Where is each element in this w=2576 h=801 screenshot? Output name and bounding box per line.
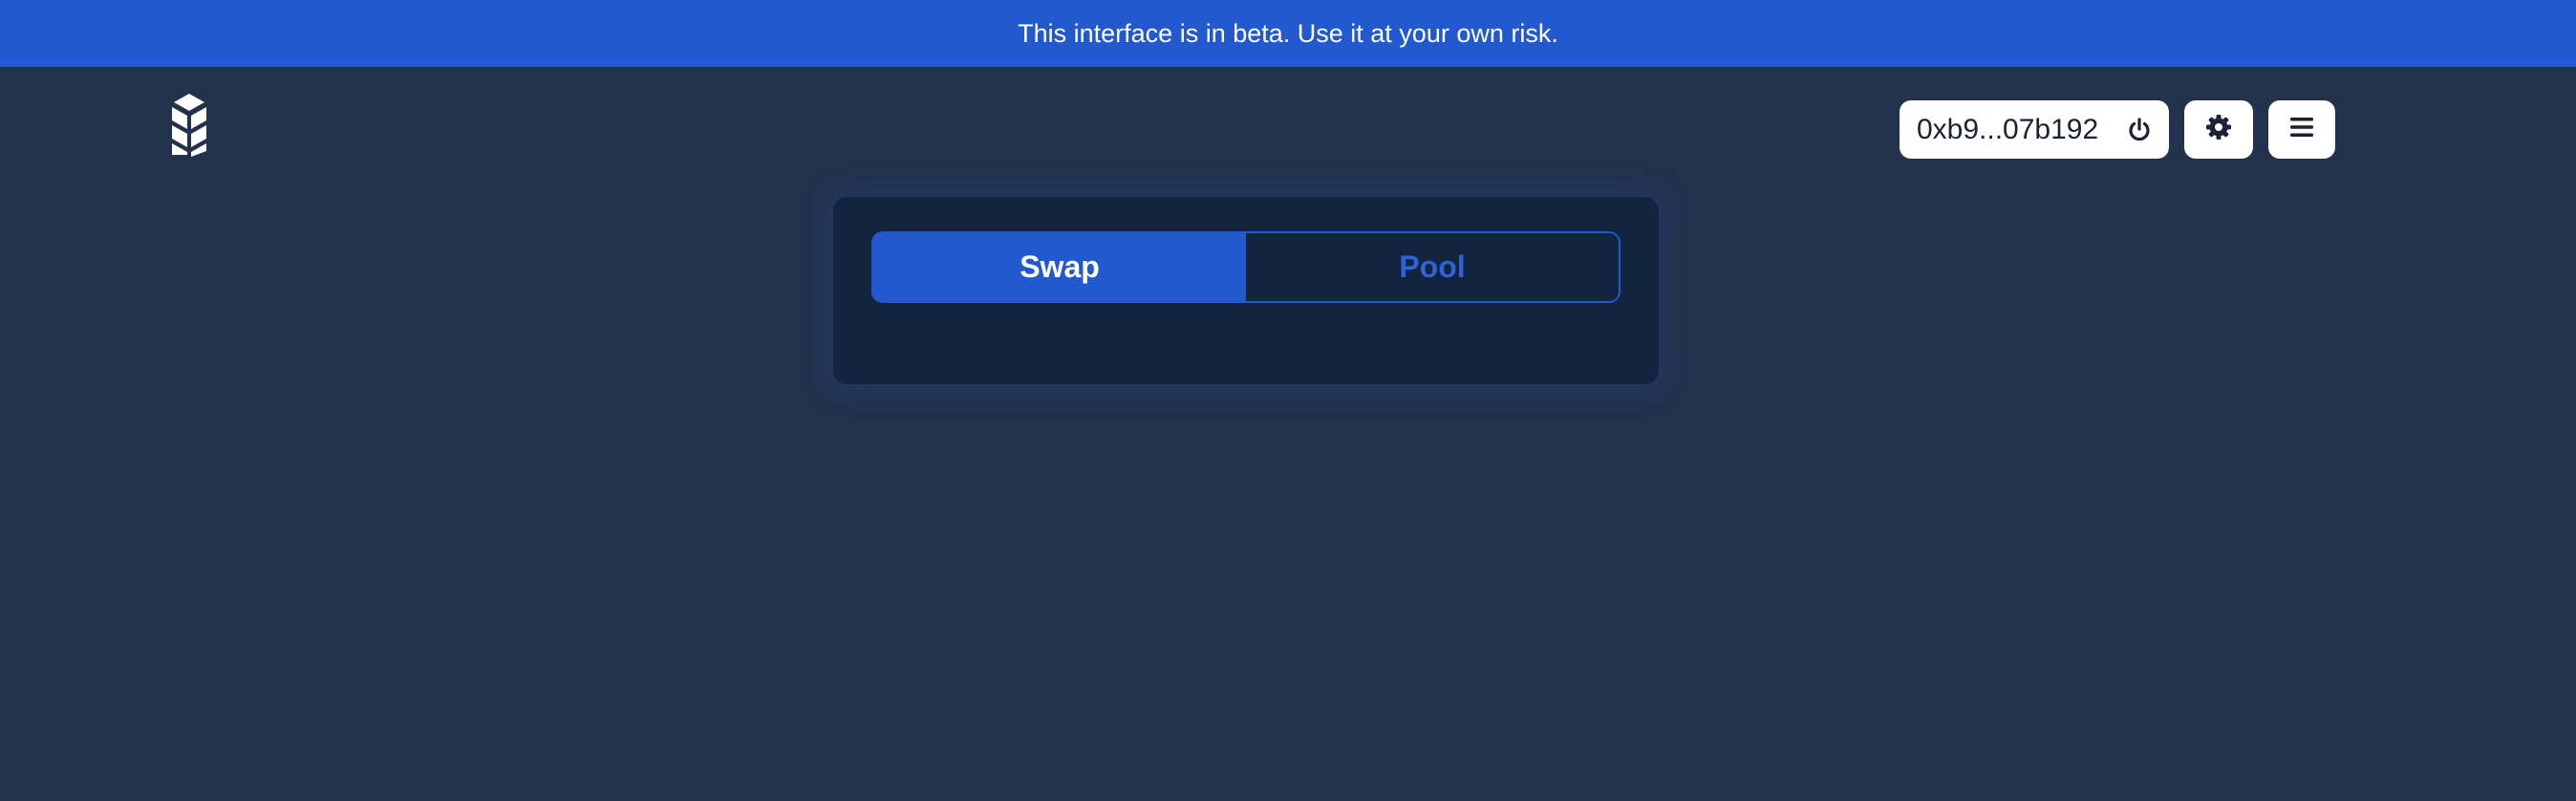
hamburger-menu-icon: [2288, 115, 2315, 144]
wallet-account-button[interactable]: 0xb9...07b192: [1900, 100, 2169, 159]
menu-button[interactable]: [2268, 100, 2335, 159]
power-icon[interactable]: [2125, 116, 2154, 144]
tab-pool-label: Pool: [1399, 249, 1466, 284]
tab-swap-label: Swap: [1020, 249, 1100, 284]
settings-button[interactable]: [2184, 100, 2253, 159]
beta-warning-text: This interface is in beta. Use it at you…: [1018, 18, 1558, 48]
beta-warning-banner: This interface is in beta. Use it at you…: [0, 0, 2576, 67]
wallet-address: 0xb9...07b192: [1917, 113, 2099, 145]
wheat-logo-icon[interactable]: [166, 92, 212, 157]
gear-icon: [2204, 113, 2233, 146]
tab-swap[interactable]: Swap: [873, 233, 1246, 301]
swap-pool-panel: Swap Pool: [833, 197, 1659, 384]
tab-pool[interactable]: Pool: [1246, 233, 1619, 301]
swap-pool-tabs: Swap Pool: [871, 231, 1621, 303]
